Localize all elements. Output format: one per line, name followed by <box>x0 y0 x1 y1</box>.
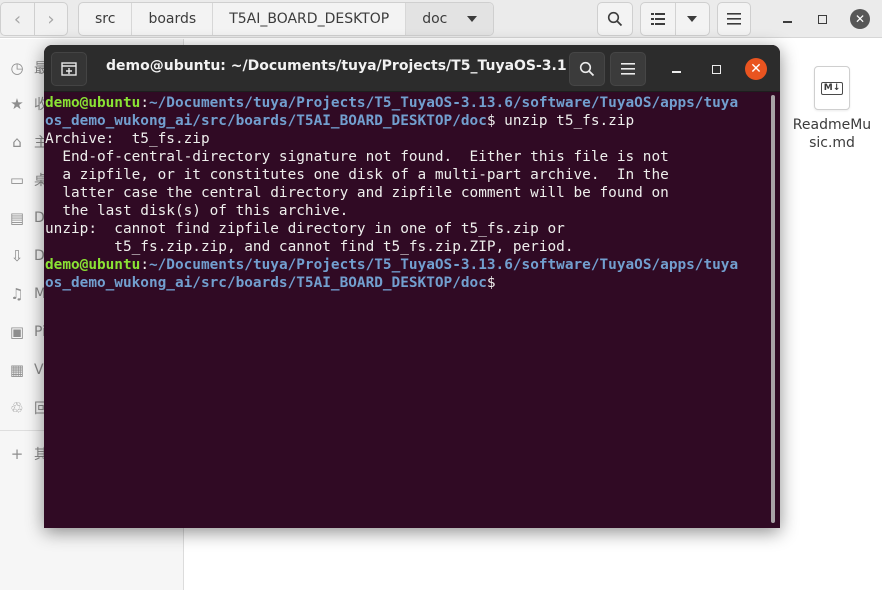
sidebar-item-starred[interactable]: ★ 收 <box>8 92 48 116</box>
prompt-path: os_demo_wukong_ai/src/boards/T5AI_BOARD_… <box>45 275 487 291</box>
sidebar-item-desktop[interactable]: ▭ 桌 <box>8 168 48 192</box>
search-button[interactable] <box>597 2 633 36</box>
sidebar-item-home[interactable]: ⌂ 主 <box>8 130 48 154</box>
file-manager-headerbar: ‹ › src boards T5AI_BOARD_DESKTOP doc ✕ <box>0 0 882 38</box>
minimize-icon <box>782 21 792 23</box>
maximize-icon <box>817 14 827 24</box>
prompt-symbol: $ <box>486 275 496 291</box>
terminal-window: demo@ubuntu: ~/Documents/tuya/Projects/T… <box>44 45 780 528</box>
sidebar-item-music[interactable]: ♫ M <box>8 282 46 306</box>
minimize-icon <box>671 71 681 73</box>
sidebar-item-recent[interactable]: ◷ 最 <box>8 56 48 80</box>
breadcrumb-current-label: doc <box>422 11 448 27</box>
clock-icon: ◷ <box>10 59 24 77</box>
output-line: t5_fs.zip.zip, and cannot find t5_fs.zip… <box>45 239 574 255</box>
sidebar-item-videos[interactable]: ▦ V <box>8 358 44 382</box>
prompt-user: demo@ubuntu <box>45 257 141 273</box>
scrollbar[interactable] <box>771 95 775 523</box>
output-line: End-of-central-directory signature not f… <box>45 149 669 165</box>
maximize-icon <box>711 64 721 74</box>
video-icon: ▦ <box>9 361 25 379</box>
sidebar-item-pictures[interactable]: ▣ Pi <box>8 320 46 344</box>
file-name-line: ReadmeMu <box>792 117 872 133</box>
maximize-button[interactable] <box>812 9 832 29</box>
new-tab-button[interactable] <box>51 52 87 86</box>
file-name: ReadmeMu sic.md <box>790 116 874 152</box>
close-button[interactable]: ✕ <box>745 58 767 80</box>
minimize-button[interactable] <box>666 59 686 79</box>
new-tab-icon <box>61 62 77 76</box>
prompt-user: demo@ubuntu <box>45 95 141 111</box>
sidebar-item-trash[interactable]: ♲ 回 <box>8 396 48 420</box>
close-icon: ✕ <box>750 61 762 77</box>
star-icon: ★ <box>10 95 24 113</box>
terminal-headerbar: demo@ubuntu: ~/Documents/tuya/Projects/T… <box>44 45 780 92</box>
menu-button[interactable] <box>610 52 646 86</box>
list-view-button[interactable] <box>641 3 676 35</box>
chevron-down-icon[interactable] <box>467 16 478 22</box>
forward-button[interactable]: › <box>34 2 68 36</box>
sidebar-item-label: V <box>34 362 44 378</box>
sidebar-item-downloads[interactable]: ⇩ D <box>8 244 45 268</box>
chevron-right-icon: › <box>47 8 55 30</box>
prompt-path: os_demo_wukong_ai/src/boards/T5AI_BOARD_… <box>45 113 487 129</box>
prompt-separator: : <box>140 95 149 111</box>
view-mode-group <box>640 2 710 36</box>
close-icon: ✕ <box>854 12 866 26</box>
terminal-line: os_demo_wukong_ai/src/boards/T5AI_BOARD_… <box>45 274 767 292</box>
maximize-button[interactable] <box>706 59 726 79</box>
plus-icon: + <box>10 445 24 463</box>
list-view-icon <box>650 13 665 25</box>
home-icon: ⌂ <box>12 133 22 151</box>
terminal-output[interactable]: demo@ubuntu:~/Documents/tuya/Projects/T5… <box>45 94 767 524</box>
sidebar-item-other-locations[interactable]: + 其 <box>8 442 48 466</box>
breadcrumb-item[interactable]: src <box>79 3 133 35</box>
breadcrumb: src boards T5AI_BOARD_DESKTOP doc <box>78 2 495 36</box>
hamburger-icon <box>621 63 635 75</box>
output-line: the last disk(s) of this archive. <box>45 203 349 219</box>
view-options-button[interactable] <box>676 3 710 35</box>
search-button[interactable] <box>569 52 605 86</box>
trash-icon: ♲ <box>10 399 24 417</box>
hamburger-icon <box>727 13 741 25</box>
terminal-line: demo@ubuntu:~/Documents/tuya/Projects/T5… <box>45 256 767 274</box>
music-icon: ♫ <box>10 285 24 303</box>
menu-button[interactable] <box>717 2 751 36</box>
prompt-path: ~/Documents/tuya/Projects/T5_TuyaOS-3.13… <box>148 257 739 273</box>
search-icon <box>607 11 623 27</box>
window-title: demo@ubuntu: ~/Documents/tuya/Projects/T… <box>106 58 566 74</box>
prompt-path: ~/Documents/tuya/Projects/T5_TuyaOS-3.13… <box>148 95 739 111</box>
chevron-left-icon: ‹ <box>13 8 22 30</box>
history-nav: ‹ › <box>0 2 68 36</box>
output-line: unzip: cannot find zipfile directory in … <box>45 221 565 237</box>
download-icon: ⇩ <box>10 247 24 265</box>
close-button[interactable]: ✕ <box>850 9 870 29</box>
picture-icon: ▣ <box>9 323 25 341</box>
output-line: a zipfile, or it constitutes one disk of… <box>45 167 669 183</box>
markdown-badge: M↓ <box>820 81 844 95</box>
output-line: latter case the central directory and zi… <box>45 185 669 201</box>
file-name-line: sic.md <box>809 135 855 151</box>
file-item[interactable]: M↓ ReadmeMu sic.md <box>790 66 874 152</box>
back-button[interactable]: ‹ <box>0 2 34 36</box>
sidebar-item-documents[interactable]: ▤ D <box>8 206 45 230</box>
markdown-icon: M↓ <box>814 66 850 110</box>
desktop-icon: ▭ <box>9 171 25 189</box>
command-text: $ unzip t5_fs.zip <box>486 113 635 129</box>
breadcrumb-item-current[interactable]: doc <box>406 3 494 35</box>
output-line: Archive: t5_fs.zip <box>45 131 210 147</box>
document-icon: ▤ <box>9 209 25 227</box>
terminal-line: demo@ubuntu:~/Documents/tuya/Projects/T5… <box>45 94 767 112</box>
breadcrumb-item[interactable]: boards <box>132 3 214 35</box>
breadcrumb-item[interactable]: T5AI_BOARD_DESKTOP <box>213 3 407 35</box>
chevron-down-icon <box>687 16 698 22</box>
minimize-button[interactable] <box>777 9 797 29</box>
terminal-line: os_demo_wukong_ai/src/boards/T5AI_BOARD_… <box>45 112 767 130</box>
prompt-separator: : <box>140 257 149 273</box>
search-icon <box>579 61 595 77</box>
